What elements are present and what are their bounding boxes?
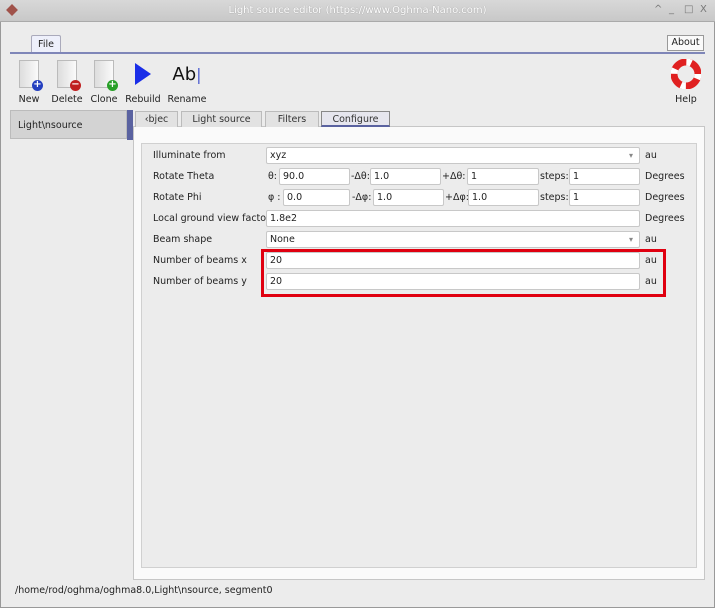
play-icon [135,63,151,85]
phi-steps-input[interactable]: 1 [569,189,640,206]
about-button[interactable]: About [667,35,704,51]
help-button[interactable]: Help [668,58,704,105]
theta-plus-prefix: +Δθ: [442,171,466,182]
phi-plus-input[interactable]: 1.0 [468,189,539,206]
new-file-icon: + [19,60,43,91]
beams-x-label: Number of beams x [153,255,247,266]
new-button[interactable]: + New [14,58,44,105]
theta-unit: Degrees [645,171,685,182]
list-item[interactable]: Light\nsource [10,110,127,139]
minimize-button[interactable]: _ [669,4,674,15]
phi-minus-input[interactable]: 1.0 [373,189,444,206]
phi-label: Rotate Phi [153,192,202,203]
shade-button[interactable]: ^ [654,4,662,15]
illuminate-select[interactable]: xyz [266,147,640,164]
maximize-button[interactable]: □ [684,4,693,15]
beam-shape-select[interactable]: None [266,231,640,248]
tab-file[interactable]: File [31,35,61,53]
window-title: Light source editor (https://www.Oghma-N… [228,5,487,16]
beam-shape-unit: au [645,234,657,245]
ground-label: Local ground view factor [153,213,271,224]
rebuild-button[interactable]: Rebuild [125,58,161,105]
source-list [10,110,127,580]
clone-button[interactable]: + Clone [89,58,119,105]
illuminate-label: Illuminate from [153,150,226,161]
clone-label: Clone [90,94,118,105]
ground-input[interactable]: 1.8e2 [266,210,640,227]
highlight-box [261,249,666,297]
theta-input[interactable]: 90.0 [279,168,350,185]
rename-icon: Ab [172,63,197,85]
beams-y-label: Number of beams y [153,276,247,287]
phi-steps-prefix: steps: [540,192,569,203]
close-button[interactable]: X [700,4,707,15]
lifebuoy-icon [671,59,701,89]
tab-filters[interactable]: Filters [265,111,319,127]
theta-minus-input[interactable]: 1.0 [370,168,441,185]
illuminate-unit: au [645,150,657,161]
theta-prefix: θ: [268,171,278,182]
beam-shape-label: Beam shape [153,234,213,245]
title-bar: Light source editor (https://www.Oghma-N… [0,0,715,22]
tab-objects[interactable]: ‹bjec [135,111,178,127]
clone-file-icon: + [94,60,118,91]
delete-button[interactable]: − Delete [50,58,84,105]
phi-plus-prefix: +Δφ: [445,192,469,203]
phi-input[interactable]: 0.0 [283,189,350,206]
ground-unit: Degrees [645,213,685,224]
rename-button[interactable]: Ab | Rename [167,58,207,106]
rebuild-label: Rebuild [125,94,161,105]
theta-label: Rotate Theta [153,171,215,182]
tab-configure[interactable]: Configure [321,111,390,127]
tab-light-source[interactable]: Light source [181,111,262,127]
new-label: New [18,94,40,105]
configure-form [141,143,697,568]
help-label: Help [675,94,697,105]
delete-label: Delete [51,94,83,105]
theta-steps-input[interactable]: 1 [569,168,640,185]
rename-label: Rename [167,94,207,105]
delete-file-icon: − [57,60,81,91]
theta-plus-input[interactable]: 1 [467,168,539,185]
theta-steps-prefix: steps: [540,171,569,182]
phi-prefix: φ : [268,192,281,203]
status-bar: /home/rod/oghma/oghma8.0,Light\nsource, … [15,585,273,596]
theta-minus-prefix: -Δθ: [351,171,370,182]
ribbon-divider [10,52,705,54]
phi-minus-prefix: -Δφ: [352,192,372,203]
phi-unit: Degrees [645,192,685,203]
